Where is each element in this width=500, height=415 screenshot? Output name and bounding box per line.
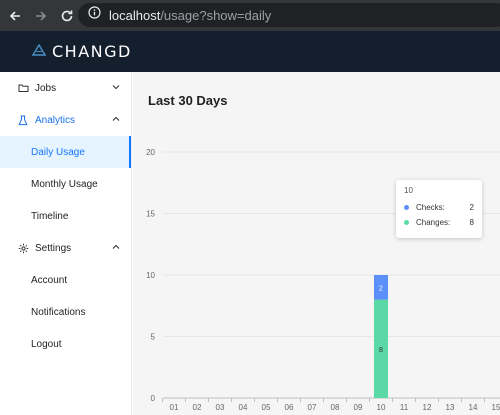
folder-icon	[17, 83, 29, 93]
y-tick-label: 10	[146, 271, 155, 280]
forward-arrow-icon[interactable]	[30, 5, 52, 27]
sidebar-item-settings[interactable]: Settings	[0, 232, 131, 264]
sidebar-item-jobs[interactable]: Jobs	[0, 72, 131, 104]
sidebar-item-label: Settings	[35, 242, 72, 254]
x-tick-label: 06	[285, 403, 294, 412]
x-tick-label: 07	[308, 403, 317, 412]
sidebar-item-label: Account	[31, 274, 68, 286]
chevron-up-icon	[112, 114, 120, 124]
address-bar[interactable]: localhost/usage?show=daily	[78, 3, 500, 27]
reload-icon[interactable]	[56, 5, 78, 27]
tooltip-value: 8	[469, 218, 474, 227]
sidebar-item-analytics[interactable]: Analytics	[0, 104, 131, 136]
chevron-up-icon	[112, 242, 120, 252]
x-tick-label: 03	[216, 403, 225, 412]
app-header: CHANGD	[0, 31, 500, 72]
chevron-down-icon	[112, 82, 120, 92]
sidebar-item-label: Daily Usage	[31, 146, 85, 158]
tooltip-row-changes: Changes: 8	[404, 215, 474, 230]
tooltip-label: Changes:	[416, 218, 451, 227]
sidebar-item-label: Monthly Usage	[31, 178, 98, 190]
x-tick-label: 05	[262, 403, 271, 412]
changes-legend-dot	[404, 220, 409, 225]
sidebar-item-notifications[interactable]: Notifications	[0, 296, 131, 328]
x-tick-label: 14	[469, 403, 478, 412]
gear-icon	[17, 243, 29, 254]
y-tick-label: 15	[146, 210, 155, 219]
sidebar-item-label: Timeline	[31, 210, 69, 222]
app-logo[interactable]: CHANGD	[31, 42, 132, 61]
x-tick-label: 13	[446, 403, 455, 412]
sidebar-item-label: Jobs	[35, 82, 57, 94]
x-tick-label: 04	[239, 403, 248, 412]
x-tick-label: 12	[423, 403, 432, 412]
tooltip-value: 2	[469, 203, 474, 212]
logo-text: CHANGD	[52, 42, 132, 61]
y-tick-label: 0	[151, 394, 156, 403]
sidebar-item-label: Notifications	[31, 306, 86, 318]
x-tick-label: 09	[354, 403, 363, 412]
chart-tooltip: 10 Checks: 2 Changes: 8	[396, 180, 482, 238]
sidebar-item-timeline[interactable]: Timeline	[0, 200, 131, 232]
sidebar-item-label: Analytics	[35, 114, 76, 126]
y-tick-label: 20	[146, 148, 155, 157]
bar-data-label: 2	[379, 285, 383, 292]
tooltip-row-checks: Checks: 2	[404, 200, 474, 215]
x-tick-label: 10	[377, 403, 386, 412]
sidebar-item-logout[interactable]: Logout	[0, 328, 131, 360]
sidebar: Jobs Analytics Daily Usage Monthly Usage…	[0, 72, 132, 415]
x-tick-label: 02	[193, 403, 202, 412]
browser-toolbar: localhost/usage?show=daily	[0, 0, 500, 31]
usage-chart[interactable]: 0510152001 02 03 04 05 06 07 08 09 10 11 12 13 14 1582	[133, 72, 500, 415]
sidebar-item-label: Logout	[31, 338, 62, 350]
main-content: Last 30 Days 0 5 10 15 20 01 02 03 04 05 06 07 08 09 1…	[133, 72, 500, 415]
checks-legend-dot	[404, 205, 409, 210]
flask-icon	[17, 115, 29, 126]
bar-data-label: 8	[379, 347, 383, 354]
x-tick-label: 08	[331, 403, 340, 412]
tooltip-title: 10	[404, 186, 413, 195]
back-arrow-icon[interactable]	[4, 5, 26, 27]
url-text: localhost/usage?show=daily	[109, 8, 271, 23]
url-host: localhost	[109, 7, 161, 23]
site-info-icon[interactable]	[88, 6, 101, 24]
sidebar-item-monthly-usage[interactable]: Monthly Usage	[0, 168, 131, 200]
x-tick-label: 15	[492, 403, 500, 412]
sidebar-item-account[interactable]: Account	[0, 264, 131, 296]
url-path: /usage?show=daily	[160, 7, 272, 23]
y-tick-label: 5	[151, 333, 156, 342]
tooltip-label: Checks:	[416, 203, 445, 212]
x-tick-label: 01	[170, 403, 179, 412]
x-tick-label: 11	[400, 403, 409, 412]
sidebar-item-daily-usage[interactable]: Daily Usage	[0, 136, 131, 168]
logo-triangle-icon	[31, 43, 47, 61]
